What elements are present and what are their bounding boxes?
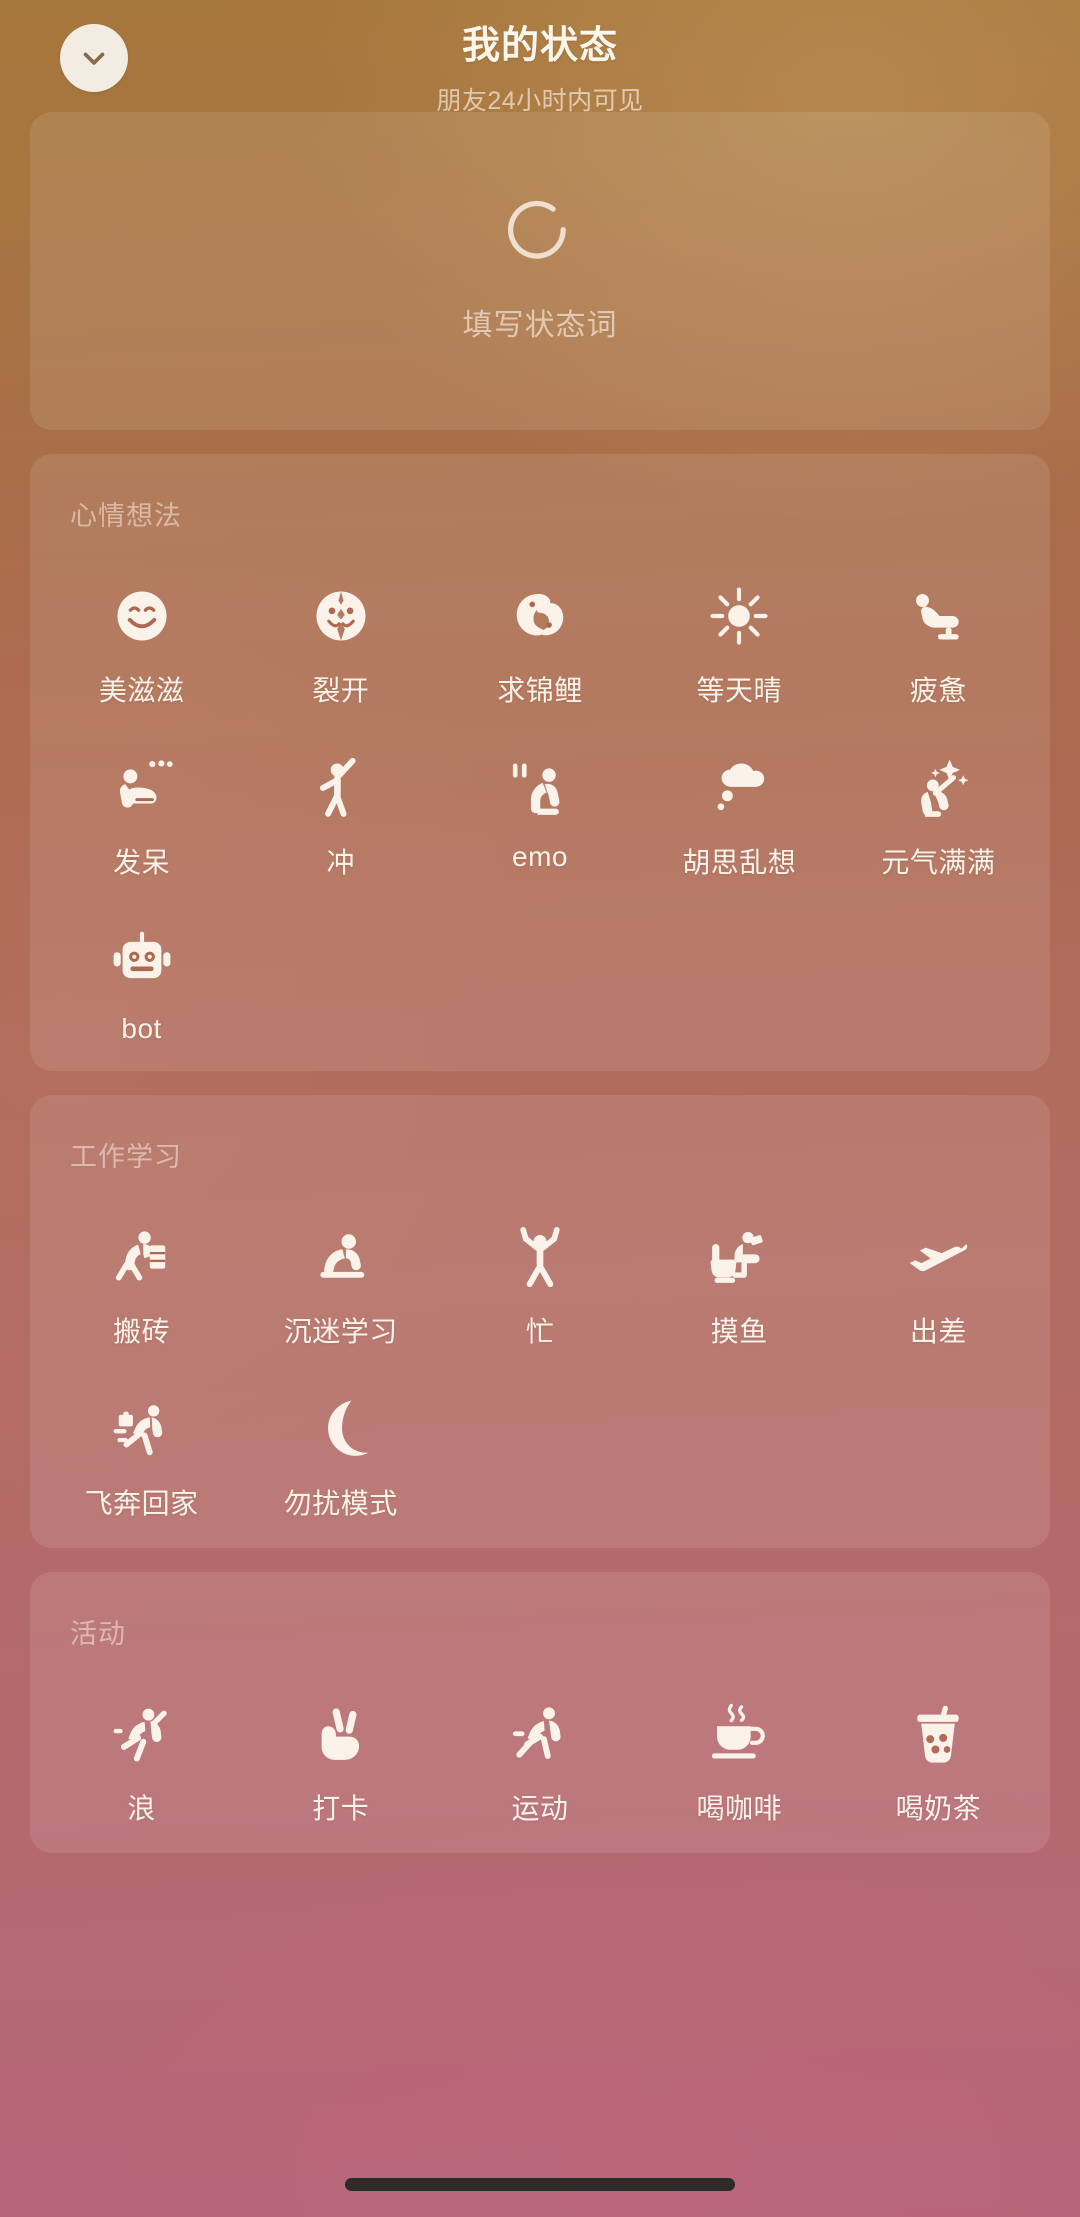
bubble-tea-icon xyxy=(907,1703,969,1765)
status-item-banzhuan[interactable]: 搬砖 xyxy=(42,1226,241,1350)
status-item-qiujinli[interactable]: 求锦鲤 xyxy=(440,585,639,709)
sparkle-person-icon xyxy=(907,757,969,819)
airplane-icon xyxy=(907,1226,969,1288)
status-item-label: 摸鱼 xyxy=(710,1316,768,1347)
status-scroll-area[interactable]: 填写状态词 心情想法 美滋滋 裂开 求锦鲤 等天晴 疲惫 发呆 冲 emo 胡思… xyxy=(0,112,1080,1853)
status-item-label: 喝奶茶 xyxy=(895,1793,982,1824)
thought-cloud-icon xyxy=(708,757,770,819)
status-item-yundong[interactable]: 运动 xyxy=(440,1703,639,1827)
studying-person-icon xyxy=(310,1226,372,1288)
status-item-label: 美滋滋 xyxy=(98,675,185,706)
status-item-label: 胡思乱想 xyxy=(682,847,797,878)
status-grid-work-study: 搬砖 沉迷学习 忙 摸鱼 出差 飞奔回家 勿扰模式 xyxy=(30,1174,1050,1522)
status-item-chenmixuexi[interactable]: 沉迷学习 xyxy=(241,1226,440,1350)
status-item-label: 浪 xyxy=(127,1793,156,1824)
status-item-label: 元气满满 xyxy=(881,847,996,878)
status-item-label: 忙 xyxy=(525,1316,555,1347)
cracked-face-icon xyxy=(310,585,372,647)
page-title: 我的状态 xyxy=(461,25,618,67)
status-item-moyu[interactable]: 摸鱼 xyxy=(640,1226,839,1350)
status-item-label: 飞奔回家 xyxy=(84,1488,199,1519)
status-item-label: emo xyxy=(512,841,568,872)
status-item-label: 运动 xyxy=(511,1793,569,1824)
status-item-emo[interactable]: emo xyxy=(440,757,639,881)
status-item-label: 等天晴 xyxy=(696,675,782,706)
peace-hand-icon xyxy=(310,1703,372,1765)
section-activity: 活动 浪 打卡 运动 喝咖啡 喝奶茶 xyxy=(30,1572,1050,1853)
koi-fish-icon xyxy=(509,585,571,647)
running-person-icon xyxy=(509,1703,571,1765)
section-title-work-study: 工作学习 xyxy=(70,1142,182,1172)
status-grid-mood: 美滋滋 裂开 求锦鲤 等天晴 疲惫 发呆 冲 emo 胡思乱想 元气满满 bot xyxy=(30,533,1050,1045)
sun-icon xyxy=(708,585,770,647)
status-item-dengtianqing[interactable]: 等天晴 xyxy=(640,585,839,709)
header-titles: 我的状态 朋友24小时内可见 xyxy=(0,14,1080,117)
circle-ring-icon xyxy=(508,200,566,259)
status-item-label: 出差 xyxy=(909,1316,967,1347)
status-item-chong[interactable]: 冲 xyxy=(241,757,440,881)
status-item-meizizi[interactable]: 美滋滋 xyxy=(42,585,241,709)
exhausted-person-icon xyxy=(907,585,969,647)
status-word-placeholder: 填写状态词 xyxy=(462,309,618,342)
status-item-henaicha[interactable]: 喝奶茶 xyxy=(839,1703,1038,1827)
section-title-activity: 活动 xyxy=(70,1619,126,1649)
header: 我的状态 朋友24小时内可见 xyxy=(0,0,1080,115)
smiling-face-icon xyxy=(111,585,173,647)
jumping-person-icon xyxy=(111,1703,173,1765)
status-item-label: 沉迷学习 xyxy=(283,1316,398,1347)
status-item-label: 冲 xyxy=(326,847,356,878)
status-item-label: 喝咖啡 xyxy=(696,1793,782,1824)
daydreaming-person-icon xyxy=(111,757,173,819)
status-item-label: 求锦鲤 xyxy=(497,675,583,706)
status-item-fadai[interactable]: 发呆 xyxy=(42,757,241,881)
status-item-yuanqimanman[interactable]: 元气满满 xyxy=(839,757,1038,881)
status-item-label: 打卡 xyxy=(312,1793,370,1824)
status-item-daka[interactable]: 打卡 xyxy=(241,1703,440,1827)
coffee-cup-icon xyxy=(708,1703,770,1765)
status-item-feibenhuijia[interactable]: 飞奔回家 xyxy=(42,1398,241,1522)
status-item-label: 勿扰模式 xyxy=(283,1488,398,1519)
home-indicator-bar[interactable] xyxy=(345,2178,735,2191)
robot-head-icon xyxy=(111,929,173,991)
status-item-pibei[interactable]: 疲惫 xyxy=(839,585,1038,709)
status-item-hekafei[interactable]: 喝咖啡 xyxy=(640,1703,839,1827)
status-item-label: 搬砖 xyxy=(113,1316,171,1347)
status-grid-activity: 浪 打卡 运动 喝咖啡 喝奶茶 xyxy=(30,1651,1050,1827)
section-work-study: 工作学习 搬砖 沉迷学习 忙 摸鱼 出差 飞奔回家 勿扰模式 xyxy=(30,1095,1050,1548)
status-item-lang[interactable]: 浪 xyxy=(42,1703,241,1827)
status-item-label: 裂开 xyxy=(312,675,370,706)
status-item-label: 疲惫 xyxy=(909,675,967,706)
crouching-person-icon xyxy=(509,757,571,819)
section-title-mood: 心情想法 xyxy=(70,501,182,531)
carrying-bricks-icon xyxy=(111,1226,173,1288)
busy-person-icon xyxy=(509,1226,571,1288)
status-item-husiluanxiang[interactable]: 胡思乱想 xyxy=(640,757,839,881)
running-home-icon xyxy=(111,1398,173,1460)
status-item-label: bot xyxy=(121,1013,162,1044)
status-item-wurаomoshi[interactable]: 勿扰模式 xyxy=(241,1398,440,1522)
toilet-phone-icon xyxy=(708,1226,770,1288)
cheering-person-icon xyxy=(310,757,372,819)
status-item-mang[interactable]: 忙 xyxy=(440,1226,639,1350)
status-item-liekai[interactable]: 裂开 xyxy=(241,585,440,709)
crescent-moon-icon xyxy=(310,1398,372,1460)
status-item-bot[interactable]: bot xyxy=(42,929,241,1045)
section-mood: 心情想法 美滋滋 裂开 求锦鲤 等天晴 疲惫 发呆 冲 emo 胡思乱想 元气满… xyxy=(30,454,1050,1071)
status-word-composer[interactable]: 填写状态词 xyxy=(30,112,1050,430)
status-item-label: 发呆 xyxy=(113,847,171,878)
status-item-chuchai[interactable]: 出差 xyxy=(839,1226,1038,1350)
